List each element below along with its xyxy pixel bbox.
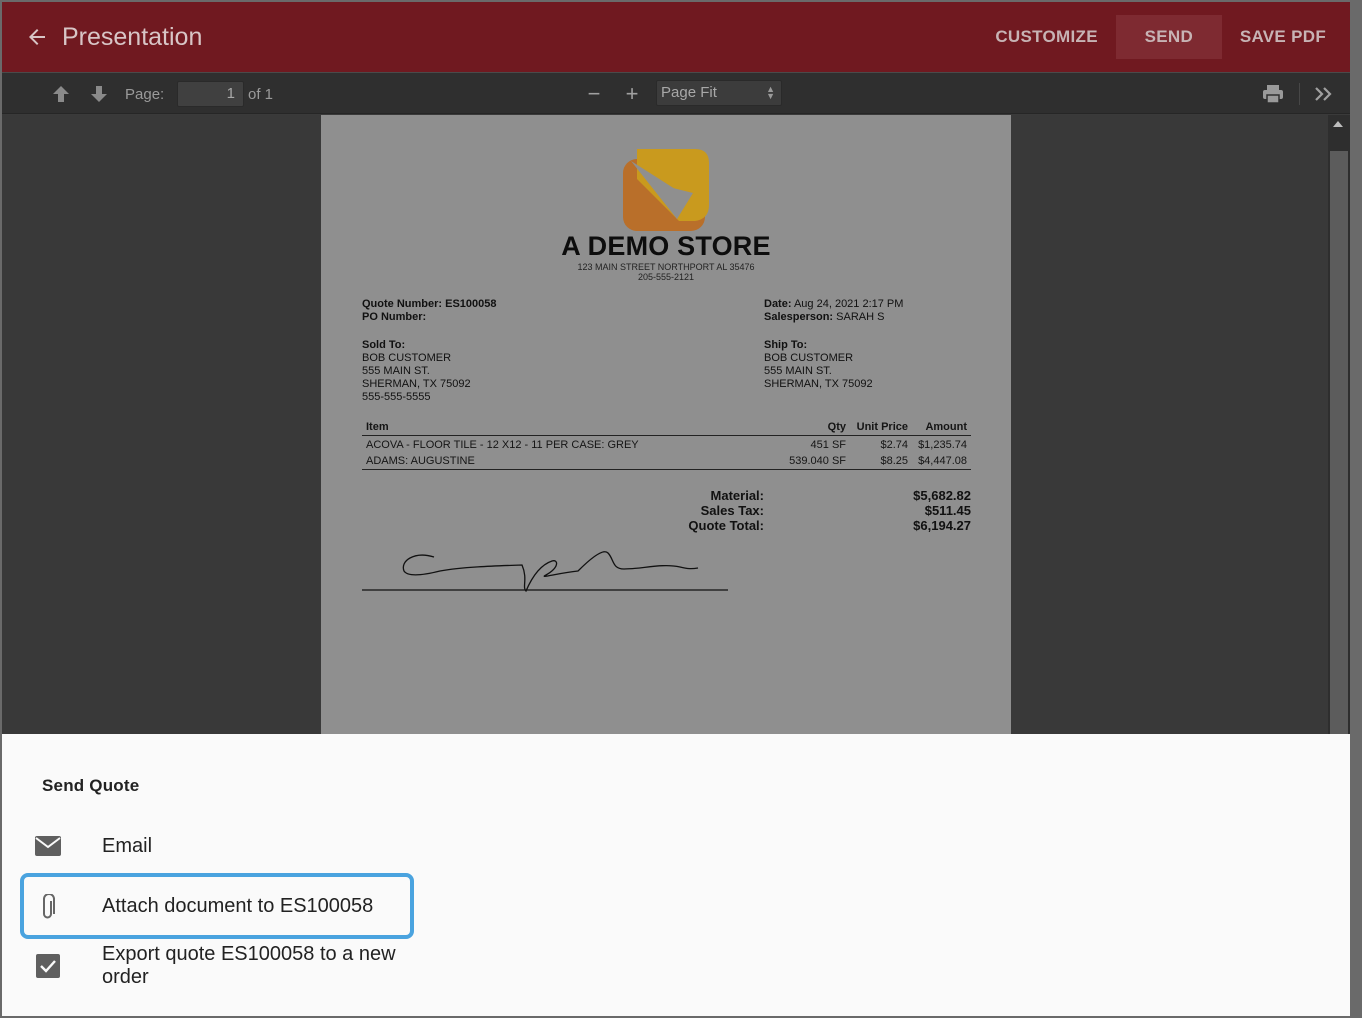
signature [362,551,728,592]
mail-icon [34,834,62,858]
page-down-button[interactable] [88,83,110,105]
item-name: ACOVA - FLOOR TILE - 12 X12 - 11 PER CAS… [366,438,639,451]
send-button[interactable]: SEND [1115,15,1222,59]
customize-button[interactable]: CUSTOMIZE [979,15,1114,59]
save-pdf-button[interactable]: SAVE PDF [1224,15,1350,59]
zoom-select-value: Page Fit [661,84,717,101]
sold-to-line: BOB CUSTOMER [362,352,452,364]
store-logo [623,149,709,231]
line-items-table: Item Qty Unit Price Amount ACOVA - FLOOR… [362,419,971,470]
material-value: $5,682.82 [913,488,971,503]
column-header-qty: Qty [827,421,846,433]
store-address-line: 123 MAIN STREET NORTHPORT AL 35476 [577,262,755,272]
item-name: ADAMS: AUGUSTINE [366,455,475,467]
email-option-label: Email [102,834,153,857]
sold-to-label: Sold To: [362,339,406,351]
attach-document-option[interactable]: Attach document to ES100058 [20,873,414,939]
page-up-icon [53,86,69,102]
material-label: Material: [710,488,764,503]
header-actions: CUSTOMIZE SEND SAVE PDF [979,2,1350,72]
totals-labels: Material: Sales Tax: Quote Total: [651,488,764,533]
zoom-in-button[interactable]: + [620,81,644,107]
ship-to-line: BOB CUSTOMER [764,352,854,364]
table-header: Item Qty Unit Price Amount [362,419,971,436]
ship-to-label: Ship To: [764,339,808,351]
sales-tax-label: Sales Tax: [700,503,764,518]
viewer-scrollbar[interactable] [1328,115,1350,741]
column-header-item: Item [366,421,389,433]
back-button[interactable] [22,22,52,52]
attach-option-label: Attach document to ES100058 [102,894,374,917]
column-header-unit-price: Unit Price [856,421,908,433]
export-order-option[interactable]: Export quote ES100058 to a new order [22,936,416,996]
quote-meta: Quote Number: ES100058 PO Number: [362,298,497,324]
print-button[interactable] [1260,82,1286,106]
zoom-out-icon: − [587,81,601,106]
table-row: ACOVA - FLOOR TILE - 12 X12 - 11 PER CAS… [362,436,971,453]
store-address: 123 MAIN STREET NORTHPORT AL 35476 205-5… [321,262,1011,282]
checkbox-checked-icon[interactable] [34,954,62,978]
print-icon [1263,85,1283,104]
more-tools-button[interactable] [1312,82,1336,106]
zoom-in-icon: + [625,81,639,106]
zoom-select[interactable]: Page Fit ▲ ▼ [656,80,782,106]
sold-to-line: SHERMAN, TX 75092 [362,378,471,390]
page-number-input[interactable]: 1 [177,81,244,107]
item-qty: 539.040 SF [789,455,846,467]
ship-to-line: 555 MAIN ST. [764,365,832,377]
salesperson: SARAH S [836,311,885,323]
quote-total-value: $6,194.27 [913,518,971,533]
select-caret-icon: ▲ ▼ [766,84,775,101]
sheet-title: Send Quote [42,776,140,795]
item-unit-price: $2.74 [880,438,908,451]
totals-values: $5,682.82 $511.45 $6,194.27 [881,488,971,533]
item-amount: $1,235.74 [918,438,967,451]
quote-total-label: Quote Total: [688,518,764,533]
column-header-amount: Amount [925,421,967,433]
viewer-toolbar: Page: 1 of 1 − + Page Fit ▲ ▼ [2,72,1350,114]
more-tools-icon [1315,87,1332,101]
store-name: A DEMO STORE [561,231,771,261]
po-number-label: PO Number: [362,311,427,323]
quote-number-label: Quote Number: [362,298,443,310]
app-header: Presentation CUSTOMIZE SEND SAVE PDF [2,2,1350,72]
zoom-out-button[interactable]: − [582,81,606,107]
scroll-up-arrow-icon[interactable] [1333,121,1343,127]
arrow-left-icon [29,29,45,45]
item-unit-price: $8.25 [880,455,908,467]
date-label: Date: [764,298,792,310]
paperclip-icon [34,894,62,920]
page-up-button[interactable] [50,83,72,105]
sold-to-line: 555-555-5555 [362,391,431,403]
sold-to-line: 555 MAIN ST. [362,365,430,377]
table-row: ADAMS: AUGUSTINE 539.040 SF $8.25 $4,447… [362,453,971,470]
date-meta: Date: Aug 24, 2021 2:17 PM Salesperson: … [764,298,903,324]
export-option-label: Export quote ES100058 to a new order [102,943,396,988]
item-amount: $4,447.08 [918,455,967,467]
ship-to-block: Ship To: BOB CUSTOMER 555 MAIN ST. SHERM… [764,339,873,391]
ship-to-line: SHERMAN, TX 75092 [764,378,873,390]
quote-number: ES100058 [445,298,497,310]
toolbar-divider [1299,83,1300,105]
page-total: of 1 [248,85,274,103]
page-title: Presentation [62,22,203,51]
sales-tax-value: $511.45 [924,503,971,518]
send-quote-sheet: Send Quote Email Attach document to ES10… [2,734,1350,1016]
pdf-viewer: Page: 1 of 1 − + Page Fit ▲ ▼ A DEMO STO… [2,72,1350,741]
salesperson-label: Salesperson: [764,311,834,323]
email-option[interactable]: Email [22,816,416,876]
page-label: Page: [125,85,165,103]
sold-to-block: Sold To: BOB CUSTOMER 555 MAIN ST. SHERM… [362,339,471,404]
page-down-icon [91,86,107,102]
store-phone: 205-555-2121 [637,272,695,282]
document-page: A DEMO STORE 123 MAIN STREET NORTHPORT A… [321,115,1011,734]
scrollbar-thumb[interactable] [1330,151,1348,741]
item-qty: 451 SF [810,438,846,451]
quote-date: Aug 24, 2021 2:17 PM [793,298,904,310]
